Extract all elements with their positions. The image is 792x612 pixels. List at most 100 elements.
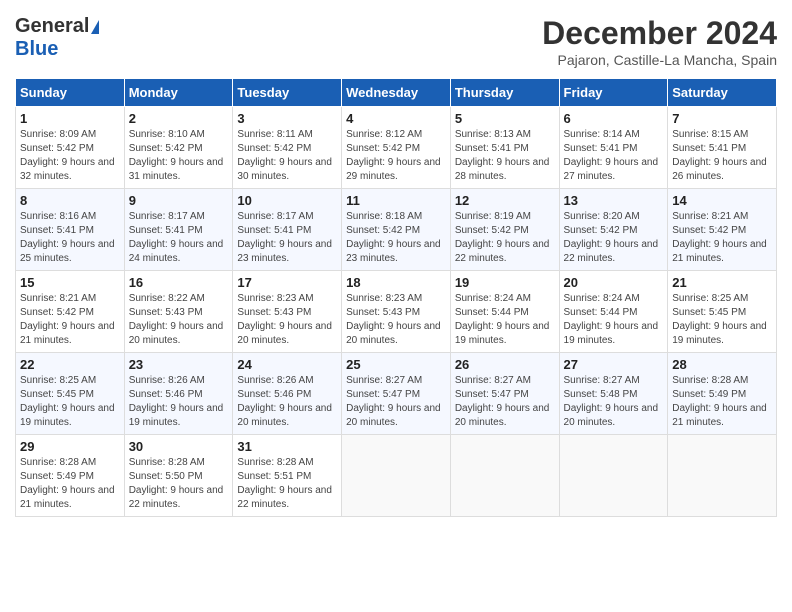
calendar-week-1: 1 Sunrise: 8:09 AMSunset: 5:42 PMDayligh…	[16, 107, 777, 189]
calendar-week-2: 8 Sunrise: 8:16 AMSunset: 5:41 PMDayligh…	[16, 189, 777, 271]
table-row: 14 Sunrise: 8:21 AMSunset: 5:42 PMDaylig…	[668, 189, 777, 271]
day-number: 30	[129, 439, 229, 454]
table-row: 1 Sunrise: 8:09 AMSunset: 5:42 PMDayligh…	[16, 107, 125, 189]
header-monday: Monday	[124, 79, 233, 107]
table-row: 16 Sunrise: 8:22 AMSunset: 5:43 PMDaylig…	[124, 271, 233, 353]
table-row: 4 Sunrise: 8:12 AMSunset: 5:42 PMDayligh…	[342, 107, 451, 189]
day-info: Sunrise: 8:24 AMSunset: 5:44 PMDaylight:…	[564, 293, 659, 346]
calendar-week-5: 29 Sunrise: 8:28 AMSunset: 5:49 PMDaylig…	[16, 435, 777, 517]
day-number: 4	[346, 111, 446, 126]
day-info: Sunrise: 8:15 AMSunset: 5:41 PMDaylight:…	[672, 129, 767, 182]
table-row: 22 Sunrise: 8:25 AMSunset: 5:45 PMDaylig…	[16, 353, 125, 435]
day-info: Sunrise: 8:28 AMSunset: 5:49 PMDaylight:…	[672, 375, 767, 428]
day-info: Sunrise: 8:18 AMSunset: 5:42 PMDaylight:…	[346, 211, 441, 264]
table-row: 18 Sunrise: 8:23 AMSunset: 5:43 PMDaylig…	[342, 271, 451, 353]
day-number: 13	[564, 193, 664, 208]
table-row: 15 Sunrise: 8:21 AMSunset: 5:42 PMDaylig…	[16, 271, 125, 353]
header-sunday: Sunday	[16, 79, 125, 107]
day-number: 28	[672, 357, 772, 372]
table-row: 31 Sunrise: 8:28 AMSunset: 5:51 PMDaylig…	[233, 435, 342, 517]
day-number: 11	[346, 193, 446, 208]
table-row: 7 Sunrise: 8:15 AMSunset: 5:41 PMDayligh…	[668, 107, 777, 189]
month-title: December 2024	[542, 15, 777, 52]
day-number: 20	[564, 275, 664, 290]
calendar-week-4: 22 Sunrise: 8:25 AMSunset: 5:45 PMDaylig…	[16, 353, 777, 435]
day-info: Sunrise: 8:21 AMSunset: 5:42 PMDaylight:…	[20, 293, 115, 346]
day-info: Sunrise: 8:09 AMSunset: 5:42 PMDaylight:…	[20, 129, 115, 182]
day-info: Sunrise: 8:16 AMSunset: 5:41 PMDaylight:…	[20, 211, 115, 264]
table-row	[450, 435, 559, 517]
table-row: 26 Sunrise: 8:27 AMSunset: 5:47 PMDaylig…	[450, 353, 559, 435]
day-info: Sunrise: 8:26 AMSunset: 5:46 PMDaylight:…	[129, 375, 224, 428]
table-row: 29 Sunrise: 8:28 AMSunset: 5:49 PMDaylig…	[16, 435, 125, 517]
logo-icon	[91, 20, 99, 34]
header-friday: Friday	[559, 79, 668, 107]
table-row: 21 Sunrise: 8:25 AMSunset: 5:45 PMDaylig…	[668, 271, 777, 353]
table-row: 19 Sunrise: 8:24 AMSunset: 5:44 PMDaylig…	[450, 271, 559, 353]
day-number: 17	[237, 275, 337, 290]
table-row: 8 Sunrise: 8:16 AMSunset: 5:41 PMDayligh…	[16, 189, 125, 271]
day-info: Sunrise: 8:25 AMSunset: 5:45 PMDaylight:…	[20, 375, 115, 428]
header-wednesday: Wednesday	[342, 79, 451, 107]
day-number: 22	[20, 357, 120, 372]
day-info: Sunrise: 8:14 AMSunset: 5:41 PMDaylight:…	[564, 129, 659, 182]
day-number: 26	[455, 357, 555, 372]
day-number: 14	[672, 193, 772, 208]
day-number: 8	[20, 193, 120, 208]
day-number: 24	[237, 357, 337, 372]
day-number: 16	[129, 275, 229, 290]
day-number: 3	[237, 111, 337, 126]
logo-general-text: General	[15, 15, 89, 38]
day-number: 12	[455, 193, 555, 208]
day-number: 27	[564, 357, 664, 372]
day-number: 19	[455, 275, 555, 290]
day-number: 23	[129, 357, 229, 372]
day-number: 2	[129, 111, 229, 126]
day-info: Sunrise: 8:27 AMSunset: 5:48 PMDaylight:…	[564, 375, 659, 428]
page-header: General Blue December 2024 Pajaron, Cast…	[15, 15, 777, 68]
table-row: 3 Sunrise: 8:11 AMSunset: 5:42 PMDayligh…	[233, 107, 342, 189]
day-info: Sunrise: 8:25 AMSunset: 5:45 PMDaylight:…	[672, 293, 767, 346]
table-row: 5 Sunrise: 8:13 AMSunset: 5:41 PMDayligh…	[450, 107, 559, 189]
day-info: Sunrise: 8:28 AMSunset: 5:51 PMDaylight:…	[237, 457, 332, 510]
day-info: Sunrise: 8:20 AMSunset: 5:42 PMDaylight:…	[564, 211, 659, 264]
day-number: 15	[20, 275, 120, 290]
table-row: 25 Sunrise: 8:27 AMSunset: 5:47 PMDaylig…	[342, 353, 451, 435]
day-info: Sunrise: 8:26 AMSunset: 5:46 PMDaylight:…	[237, 375, 332, 428]
calendar-header-row: Sunday Monday Tuesday Wednesday Thursday…	[16, 79, 777, 107]
header-tuesday: Tuesday	[233, 79, 342, 107]
day-info: Sunrise: 8:28 AMSunset: 5:50 PMDaylight:…	[129, 457, 224, 510]
day-info: Sunrise: 8:21 AMSunset: 5:42 PMDaylight:…	[672, 211, 767, 264]
calendar-week-3: 15 Sunrise: 8:21 AMSunset: 5:42 PMDaylig…	[16, 271, 777, 353]
day-info: Sunrise: 8:22 AMSunset: 5:43 PMDaylight:…	[129, 293, 224, 346]
table-row: 10 Sunrise: 8:17 AMSunset: 5:41 PMDaylig…	[233, 189, 342, 271]
logo: General Blue	[15, 15, 99, 61]
day-number: 31	[237, 439, 337, 454]
table-row: 11 Sunrise: 8:18 AMSunset: 5:42 PMDaylig…	[342, 189, 451, 271]
day-info: Sunrise: 8:12 AMSunset: 5:42 PMDaylight:…	[346, 129, 441, 182]
header-saturday: Saturday	[668, 79, 777, 107]
table-row: 23 Sunrise: 8:26 AMSunset: 5:46 PMDaylig…	[124, 353, 233, 435]
logo-blue-text: Blue	[15, 38, 58, 61]
day-number: 10	[237, 193, 337, 208]
table-row: 27 Sunrise: 8:27 AMSunset: 5:48 PMDaylig…	[559, 353, 668, 435]
table-row	[668, 435, 777, 517]
day-number: 6	[564, 111, 664, 126]
table-row	[342, 435, 451, 517]
table-row: 9 Sunrise: 8:17 AMSunset: 5:41 PMDayligh…	[124, 189, 233, 271]
day-number: 1	[20, 111, 120, 126]
table-row: 13 Sunrise: 8:20 AMSunset: 5:42 PMDaylig…	[559, 189, 668, 271]
table-row: 17 Sunrise: 8:23 AMSunset: 5:43 PMDaylig…	[233, 271, 342, 353]
day-info: Sunrise: 8:23 AMSunset: 5:43 PMDaylight:…	[346, 293, 441, 346]
calendar-table: Sunday Monday Tuesday Wednesday Thursday…	[15, 78, 777, 517]
day-info: Sunrise: 8:23 AMSunset: 5:43 PMDaylight:…	[237, 293, 332, 346]
day-number: 29	[20, 439, 120, 454]
day-info: Sunrise: 8:13 AMSunset: 5:41 PMDaylight:…	[455, 129, 550, 182]
day-info: Sunrise: 8:27 AMSunset: 5:47 PMDaylight:…	[346, 375, 441, 428]
table-row: 20 Sunrise: 8:24 AMSunset: 5:44 PMDaylig…	[559, 271, 668, 353]
table-row: 2 Sunrise: 8:10 AMSunset: 5:42 PMDayligh…	[124, 107, 233, 189]
day-info: Sunrise: 8:19 AMSunset: 5:42 PMDaylight:…	[455, 211, 550, 264]
table-row: 24 Sunrise: 8:26 AMSunset: 5:46 PMDaylig…	[233, 353, 342, 435]
header-thursday: Thursday	[450, 79, 559, 107]
day-number: 9	[129, 193, 229, 208]
